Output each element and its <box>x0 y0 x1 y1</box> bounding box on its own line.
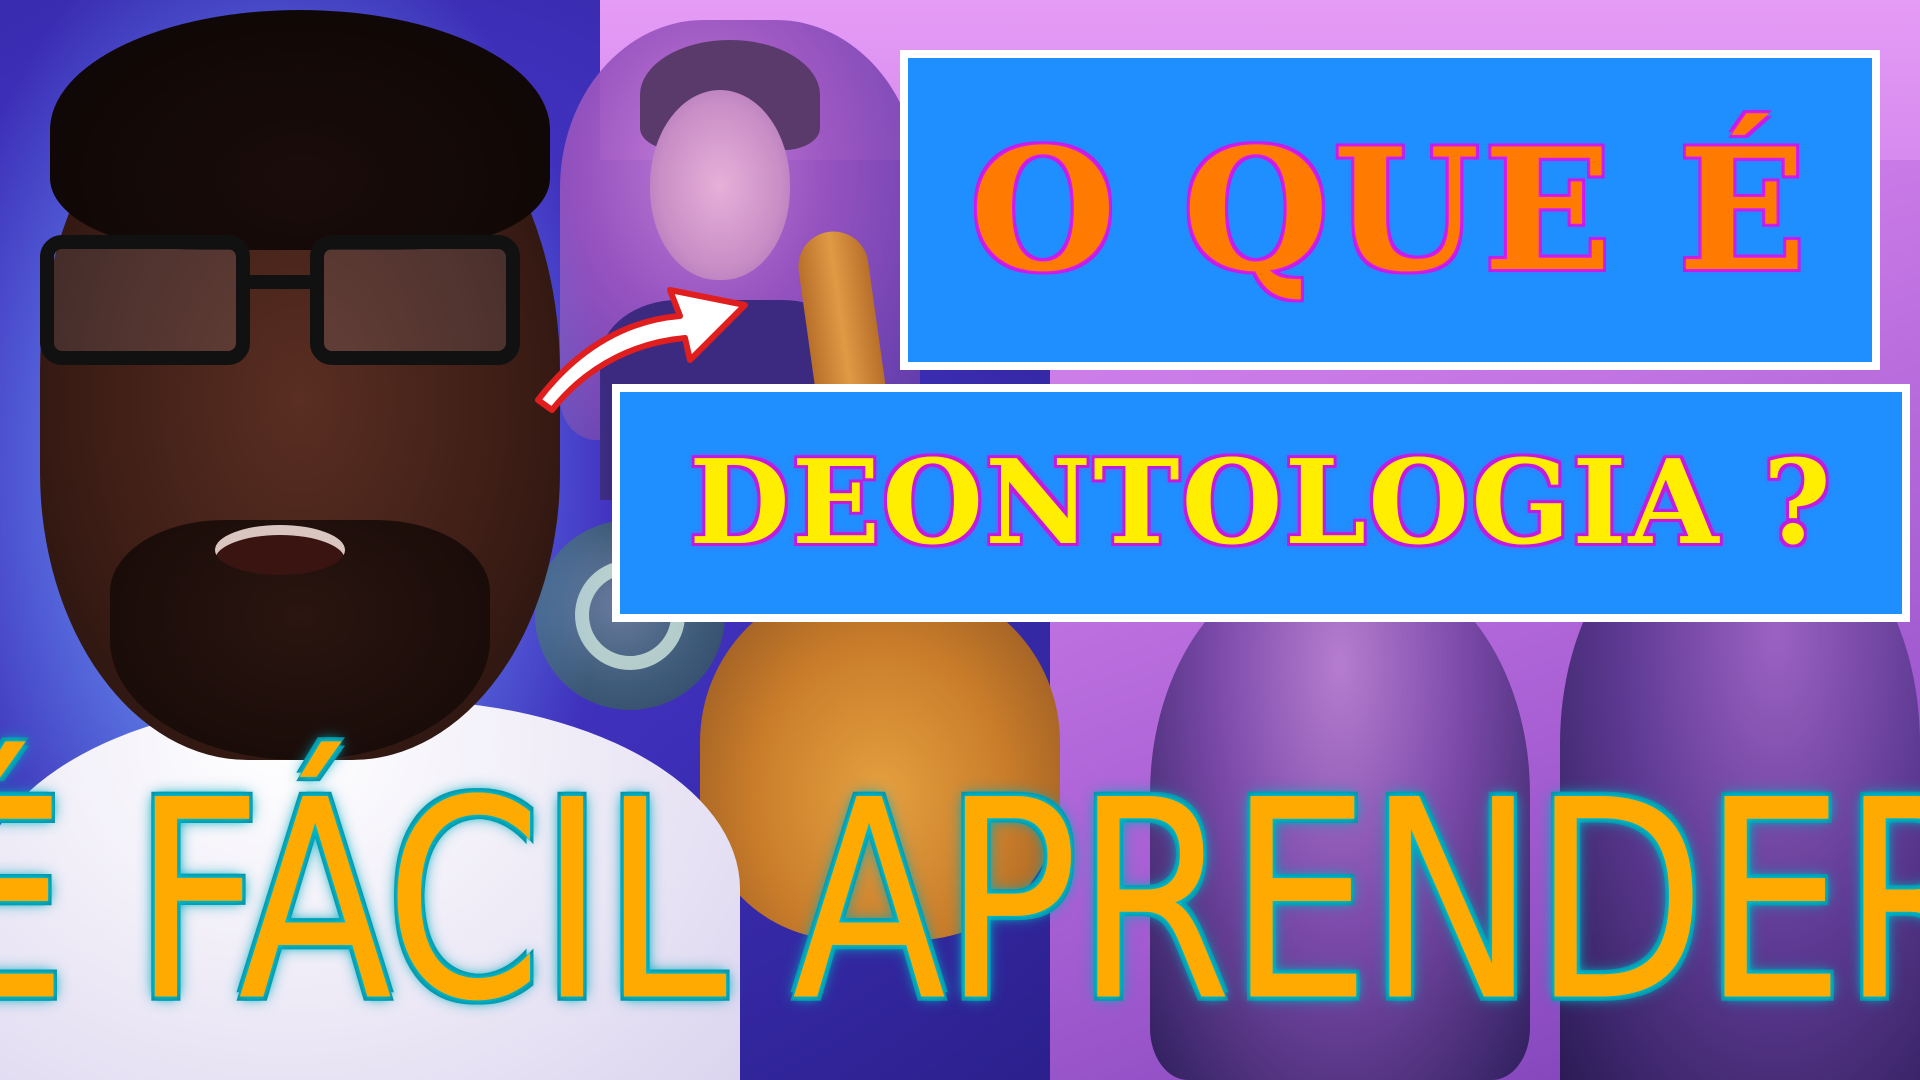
presenter-glasses <box>40 235 530 365</box>
banner-text: É FÁCIL APRENDER <box>0 741 1920 1062</box>
glasses-bridge <box>245 275 315 289</box>
headline-line2: DEONTOLOGIA ? <box>689 435 1833 571</box>
glasses-lens-right <box>310 235 520 365</box>
presenter-hair <box>50 10 550 250</box>
thumbnail-scene: O QUE É DEONTOLOGIA ? É FÁCIL APRENDER <box>0 0 1920 1080</box>
presenter-mouth <box>215 525 345 575</box>
headline-line1: O QUE É <box>969 111 1811 309</box>
headline-box-bottom: DEONTOLOGIA ? <box>612 384 1910 622</box>
headline-box-top: O QUE É <box>900 50 1880 370</box>
glasses-lens-left <box>40 235 250 365</box>
